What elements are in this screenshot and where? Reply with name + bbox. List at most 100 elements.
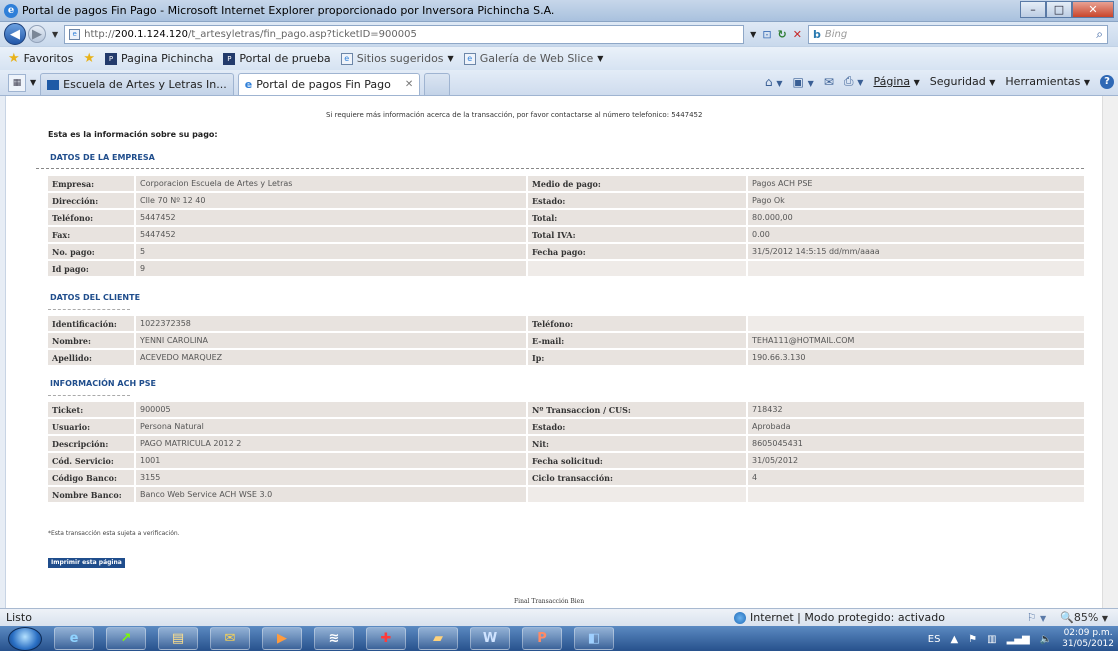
verification-footnote: *Esta transacción esta sujeta a verifica… [48,530,180,537]
stocks-taskbar-icon[interactable]: ↗ [106,627,146,650]
favorite-web-slice[interactable]: e Galería de Web Slice ▼ [463,52,603,65]
field-value [748,487,1084,502]
field-label: Usuario: [48,419,134,434]
page-content: Si requiere más información acerca de la… [0,96,1118,608]
field-value: PAGO MATRICULA 2012 2 [136,436,526,451]
search-icon[interactable]: ⌕ [1096,27,1103,42]
url-dropdown-icon[interactable]: ▼ [750,30,756,39]
field-label: Empresa: [48,176,134,191]
word-taskbar-icon[interactable]: W [470,627,510,650]
history-dropdown-icon[interactable]: ▼ [52,30,58,39]
help-icon[interactable]: ? [1100,74,1114,89]
left-frame-border [0,96,6,608]
action-center-icon[interactable]: ⚑ [968,634,977,645]
field-label: Teléfono: [48,210,134,225]
home-icon[interactable]: ⌂ ▼ [765,75,783,89]
folder-taskbar-icon[interactable]: ▰ [418,627,458,650]
url-input[interactable]: e http:// 200.1.124.120 /t_artesyletras/… [64,24,745,44]
field-value: 190.66.3.130 [748,350,1084,365]
tab-escuela[interactable]: Escuela de Artes y Letras In... [40,73,234,95]
field-value: 0.00 [748,227,1084,242]
field-label: E-mail: [528,333,746,348]
safety-menu[interactable]: Seguridad ▼ [930,75,996,88]
favorite-sitios-sugeridos[interactable]: e Sitios sugeridos ▼ [340,52,454,65]
clock[interactable]: 02:09 p.m. 31/05/2012 [1062,628,1114,650]
favorites-button[interactable]: ★ Favoritos [8,51,73,66]
tab-list-dropdown-icon[interactable]: ▼ [30,78,36,87]
media-player-taskbar-icon[interactable]: ▶ [262,627,302,650]
field-value: 80.000,00 [748,210,1084,225]
table-row: Fax: 5447452 Total IVA: 0.00 [48,227,1084,242]
zoom-control[interactable]: 🔍85% ▼ [1060,611,1108,624]
field-value: 31/05/2012 [748,453,1084,468]
table-row: Dirección: Clle 70 Nº 12 40 Estado: Pago Ok [48,193,1084,208]
star-icon: ★ [8,51,20,66]
favorite-portal-prueba[interactable]: P Portal de prueba [223,52,331,65]
stop-icon[interactable]: ✕ [793,28,802,41]
close-tab-icon[interactable]: ✕ [405,79,413,90]
signal-icon[interactable]: ▂▄▆ [1007,634,1030,645]
field-label [528,487,746,502]
field-value: 31/5/2012 14:5:15 dd/mm/aaaa [748,244,1084,259]
powerpoint-taskbar-icon[interactable]: P [522,627,562,650]
search-input[interactable]: b Bing ⌕ [807,24,1108,44]
ie-taskbar-icon[interactable]: e [54,627,94,650]
outlook-taskbar-icon[interactable]: ◧ [574,627,614,650]
start-button[interactable] [8,626,42,651]
clock-time: 02:09 p.m. [1063,628,1113,638]
new-tab-button[interactable] [424,73,451,95]
command-bar: ⌂ ▼ ▣ ▼ ✉ ⎙ ▼ Página ▼ Seguridad ▼ Herra… [765,74,1114,89]
field-label: Medio de pago: [528,176,746,191]
field-label: No. pago: [48,244,134,259]
vertical-scrollbar[interactable] [1102,96,1118,608]
maximize-button[interactable]: □ [1046,1,1072,18]
field-label: Fecha solicitud: [528,453,746,468]
address-bar: ◀ ▶ ▼ e http:// 200.1.124.120 /t_artesyl… [0,22,1118,46]
close-window-button[interactable]: ✕ [1072,1,1114,18]
show-hidden-icons-icon[interactable]: ▲ [950,634,958,645]
add-favorite-icon[interactable]: ★ [83,51,95,66]
forward-button[interactable]: ▶ [28,25,46,43]
mail-taskbar-icon[interactable]: ✉ [210,627,250,650]
tab-portal-pagos[interactable]: e Portal de pagos Fin Pago ✕ [237,73,421,95]
table-row: No. pago: 5 Fecha pago: 31/5/2012 14:5:15 d… [48,244,1084,259]
table-row: Id pago: 9 [48,261,1084,276]
bing-logo-icon: b [812,27,821,41]
favorite-label: Sitios sugeridos [356,52,444,65]
field-label: Código Banco: [48,470,134,485]
language-indicator[interactable]: ES [928,634,941,645]
zoom-area: ⚐ ▼ 🔍85% ▼ [1027,611,1108,624]
field-value: 8605045431 [748,436,1084,451]
page-menu-label: Página [873,75,911,88]
status-text: Listo [6,611,32,624]
security-zone[interactable]: Internet | Modo protegido: activado [734,611,945,624]
back-button[interactable]: ◀ [4,23,26,45]
field-label: Cód. Servicio: [48,453,134,468]
tools-menu[interactable]: Herramientas ▼ [1005,75,1090,88]
minimize-button[interactable]: – [1020,1,1046,18]
protected-mode-icon[interactable]: ⚐ ▼ [1027,611,1047,624]
quick-tabs-icon[interactable]: ▦ [8,74,26,92]
wifi-taskbar-icon[interactable]: ≋ [314,627,354,650]
volume-icon[interactable]: 🔈 [1040,634,1052,645]
print-page-button[interactable]: Imprimir esta página [48,558,125,568]
tab-label: Escuela de Artes y Letras In... [63,78,227,91]
feeds-icon[interactable]: ▣ ▼ [793,75,814,89]
print-icon[interactable]: ⎙ ▼ [844,74,864,89]
favorite-pagina-pichincha[interactable]: P Pagina Pichincha [104,52,213,65]
page-menu[interactable]: Página ▼ [873,75,919,88]
status-bar: Listo Internet | Modo protegido: activad… [0,608,1118,626]
table-row: Apellido: ACEVEDO MARQUEZ Ip: 190.66.3.130 [48,350,1084,365]
field-value: Clle 70 Nº 12 40 [136,193,526,208]
field-value: 1001 [136,453,526,468]
mail-icon[interactable]: ✉ [824,75,834,89]
section-empresa-heading: DATOS DE LA EMPRESA [50,153,155,162]
field-value: Persona Natural [136,419,526,434]
compatibility-view-icon[interactable]: ⊡ [762,28,771,41]
refresh-icon[interactable]: ↻ [778,28,787,41]
network-icon[interactable]: ▥ [987,634,996,645]
calendar-taskbar-icon[interactable]: ▤ [158,627,198,650]
games-taskbar-icon[interactable]: ✚ [366,627,406,650]
field-value: TEHA111@HOTMAIL.COM [748,333,1084,348]
table-row: Nombre: YENNI CAROLINA E-mail: TEHA111@HOTM… [48,333,1084,348]
